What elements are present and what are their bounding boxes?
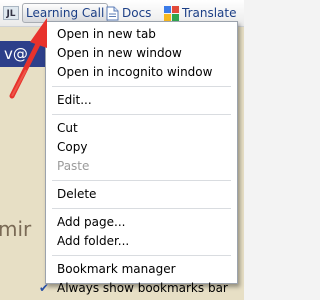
menu-separator bbox=[52, 114, 231, 115]
menu-item-label: Always show bookmarks bar bbox=[57, 281, 228, 295]
menu-separator bbox=[52, 255, 231, 256]
menu-always-show-bookmarks-bar[interactable]: ✔ Always show bookmarks bar bbox=[39, 279, 237, 298]
menu-separator bbox=[52, 180, 231, 181]
google-translate-icon bbox=[164, 5, 179, 21]
docs-icon bbox=[106, 6, 119, 20]
menu-bookmark-manager[interactable]: Bookmark manager bbox=[46, 260, 237, 279]
checkmark-icon: ✔ bbox=[39, 281, 50, 295]
menu-add-folder[interactable]: Add folder... bbox=[46, 232, 237, 251]
menu-paste: Paste bbox=[57, 159, 90, 173]
menu-delete[interactable]: Delete bbox=[46, 185, 237, 204]
menu-separator bbox=[52, 208, 231, 209]
bookmark-translate[interactable]: Translate bbox=[164, 3, 237, 23]
menu-add-page[interactable]: Add page... bbox=[46, 213, 237, 232]
menu-cut[interactable]: Cut bbox=[46, 119, 237, 138]
background-heading-text: mir bbox=[0, 217, 32, 241]
annotation-arrow-icon bbox=[9, 18, 47, 99]
menu-copy[interactable]: Copy bbox=[46, 138, 237, 157]
bookmark-docs[interactable]: Docs bbox=[106, 3, 151, 23]
bookmark-label: Translate bbox=[182, 6, 237, 20]
bookmark-label: Docs bbox=[122, 6, 152, 20]
